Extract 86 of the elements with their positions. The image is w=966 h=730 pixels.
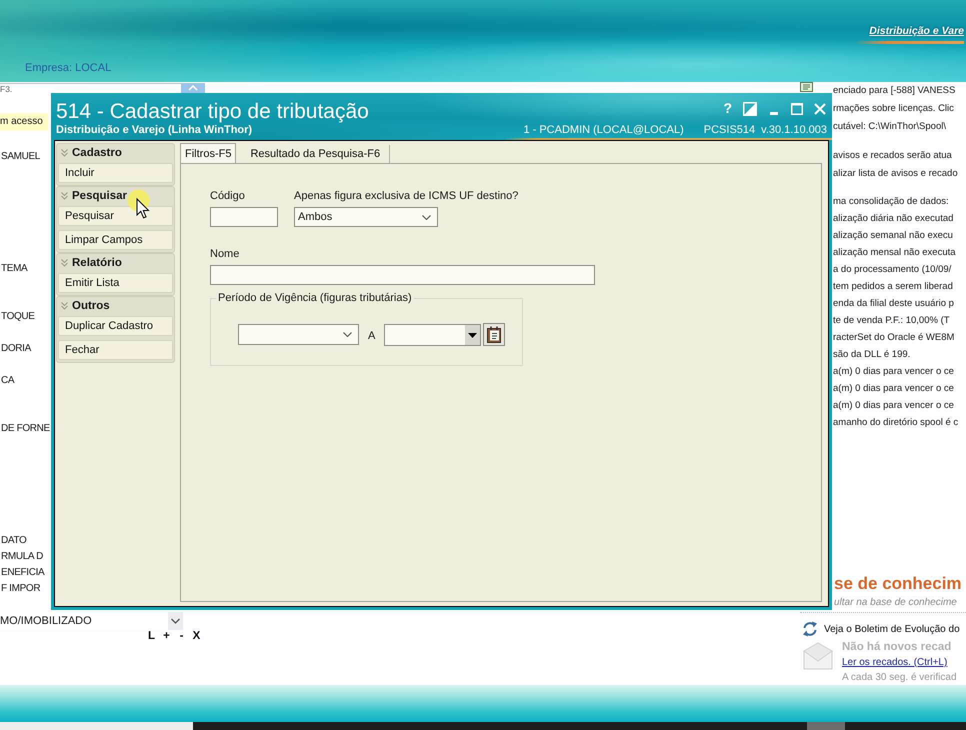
brand-link[interactable]: Distribuição e Vare (869, 25, 964, 38)
group-title[interactable]: Pesquisar (72, 190, 127, 202)
chevron-down-icon (422, 214, 431, 220)
info-line: tem pedidos a serem liberad (833, 280, 953, 294)
window-subtitle: Distribuição e Varejo (Linha WinThor) (56, 124, 252, 136)
menu-item[interactable]: ENEFICIA (0, 565, 44, 581)
menu-item[interactable]: DATO (0, 533, 26, 549)
info-line: alização semanal não execu (833, 229, 953, 243)
info-line: são da DLL é 199. (833, 348, 910, 362)
tab[interactable]: Filtros-F5 (180, 143, 236, 163)
info-line: avisos e recados serão atua (833, 149, 952, 163)
refresh-icon (802, 621, 818, 637)
search-field[interactable]: F3. (0, 83, 181, 93)
info-line: alização mensal não executa (833, 246, 956, 260)
range-separator: A (368, 330, 376, 342)
name-input[interactable] (210, 265, 595, 285)
read-messages-link[interactable]: Ler os recados. (Ctrl+L) (842, 655, 948, 670)
info-line: a(m) 0 dias para vencer o ce (833, 365, 954, 379)
field-label: Apenas figura exclusiva de ICMS UF destino? (294, 189, 518, 203)
info-line: a(m) 0 dias para vencer o ce (833, 399, 954, 413)
notice-text: m acesso (0, 113, 48, 131)
info-line: racterSet do Oracle é WE8M (833, 331, 954, 345)
chevron-down-icon (343, 332, 352, 337)
group-title[interactable]: Relatório (72, 257, 122, 269)
refresh-note: A cada 30 seg. é verificad (842, 671, 957, 685)
list-button[interactable]: + (162, 630, 171, 643)
menu-item[interactable]: RMULA D (0, 549, 44, 565)
info-line: alizar lista de avisos e recado (833, 167, 958, 181)
document-icon (800, 82, 813, 92)
bulletin-text[interactable]: Veja o Boletim de Evolução do (824, 624, 960, 634)
session-info: 1 - PCADMIN (LOCAL@LOCAL) (523, 124, 684, 136)
chevron-down-icon (168, 612, 183, 630)
menu-item[interactable]: DE FORNE (0, 421, 50, 437)
group-title[interactable]: Cadastro (72, 147, 122, 159)
info-line: ma consolidação de dados: (833, 195, 949, 209)
category-dropdown[interactable]: MO/IMOBILIZADO (0, 612, 183, 630)
sidebar-button[interactable]: Emitir Lista (58, 273, 173, 293)
end-date-field[interactable] (384, 324, 482, 346)
sidebar-button[interactable]: Fechar (58, 340, 173, 360)
window-title: 514 - Cadastrar tipo de tributação (56, 100, 369, 124)
calendar-button[interactable] (483, 323, 506, 346)
info-line: amanho do diretório spool é c (833, 416, 958, 430)
chevron-up-icon[interactable] (181, 83, 205, 93)
sidebar-button[interactable]: Duplicar Cadastro (58, 316, 173, 336)
menu-item[interactable]: TOQUE (0, 309, 35, 325)
menu-item[interactable]: TEMA (0, 261, 28, 277)
sidebar-button[interactable]: Pesquisar (58, 206, 173, 226)
company-label: Empresa: LOCAL (25, 62, 112, 75)
double-chevron-down-icon[interactable] (61, 192, 68, 200)
double-chevron-down-icon[interactable] (61, 149, 68, 157)
sidebar-button[interactable]: Limpar Campos (58, 230, 173, 250)
double-chevron-down-icon[interactable] (61, 259, 68, 267)
info-line: rmações sobre licenças. Clic (833, 102, 954, 116)
info-line: enda da filial deste usuário p (833, 297, 954, 311)
group-title[interactable]: Outros (72, 300, 110, 312)
list-button[interactable]: - (177, 630, 186, 643)
field-label: Código (210, 189, 245, 203)
contrast-icon[interactable] (743, 102, 757, 116)
menu-item[interactable]: DORIA (0, 341, 31, 357)
start-date-dropdown[interactable] (238, 324, 359, 345)
close-icon[interactable] (814, 102, 826, 114)
knowledge-base-hint: ultar na base de conhecime (834, 596, 957, 609)
menu-item[interactable]: F IMPOR (0, 581, 40, 597)
group-label: Período de Vigência (figuras tributárias) (217, 291, 413, 305)
code-input[interactable] (210, 207, 278, 227)
menu-item[interactable]: CA (0, 373, 14, 389)
info-line: a(m) 0 dias para vencer o ce (833, 382, 954, 396)
version-label: v.30.1.10.003 (761, 124, 827, 136)
mouse-cursor-icon (127, 189, 151, 219)
info-line: enciado para [-588] VANESS (833, 84, 956, 98)
list-button[interactable]: L (147, 630, 156, 643)
maximize-icon[interactable] (791, 102, 803, 114)
menu-item[interactable]: SAMUEL (0, 149, 40, 165)
double-chevron-down-icon[interactable] (61, 302, 68, 310)
envelope-icon (803, 642, 833, 670)
info-line: cutável: C:\WinThor\Spool\ (833, 120, 946, 134)
program-code: PCSIS514 (704, 124, 756, 136)
list-button[interactable]: X (192, 630, 201, 643)
sidebar-button[interactable]: Incluir (58, 163, 173, 183)
messages-status: Não há novos recad (842, 640, 952, 655)
calendar-icon (487, 326, 502, 343)
info-line: alização diária não executad (833, 212, 954, 226)
info-line: a do processamento (10/09/ (833, 263, 952, 277)
icms-dropdown[interactable]: Ambos (294, 207, 438, 227)
info-line: te de venda P.F.: 10,00% (T (833, 314, 950, 328)
field-label: Nome (210, 247, 240, 261)
